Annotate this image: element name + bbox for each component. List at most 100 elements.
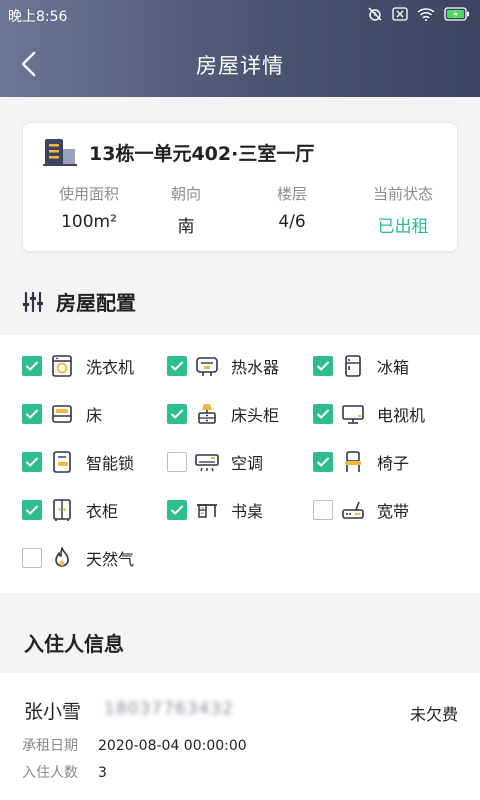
checkbox[interactable]	[22, 452, 42, 472]
stat-value: 南	[177, 217, 195, 237]
status-icons	[367, 6, 470, 26]
house-title-row: 13栋一单元402·三室一厅	[43, 137, 314, 167]
config-item-label: 冰箱	[377, 358, 410, 377]
config-item-air-conditioner[interactable]: 空调	[167, 449, 263, 475]
rent-date-label: 承租日期	[22, 738, 78, 754]
tenant-phone[interactable]: 18037763432	[104, 699, 234, 719]
checkbox[interactable]	[22, 500, 42, 520]
config-item-label: 电视机	[377, 406, 426, 425]
no-sim-icon	[392, 7, 408, 25]
stat-label: 使用面积	[58, 185, 119, 203]
house-summary-card: 13栋一单元402·三室一厅 使用面积 100m² 朝向 南 楼层 4/6 当前…	[22, 122, 458, 252]
rent-date-value: 2020-08-04 00:00:00	[98, 738, 247, 754]
config-item-label: 床	[86, 406, 103, 425]
stat-label: 当前状态	[372, 185, 433, 203]
tenant-name: 张小雪	[24, 701, 82, 723]
battery-charging-icon	[444, 7, 470, 25]
tenant-card: 张小雪 18037763432 未欠费 承租日期 2020-08-04 00:00…	[0, 673, 480, 800]
building-icon	[43, 139, 77, 166]
air-conditioner-icon	[195, 454, 219, 472]
checkbox[interactable]	[313, 356, 333, 376]
chair-icon	[345, 451, 361, 472]
checkbox[interactable]	[167, 404, 187, 424]
check-icon	[26, 409, 38, 419]
wardrobe-icon	[53, 499, 71, 521]
desk-icon	[197, 504, 217, 518]
check-icon	[317, 457, 329, 467]
config-item-tv[interactable]: 电视机	[313, 401, 425, 427]
checkbox[interactable]	[167, 500, 187, 520]
config-item-broadband[interactable]: 宽带	[313, 497, 409, 523]
config-item-label: 宽带	[377, 502, 410, 521]
config-item-chair[interactable]: 椅子	[313, 449, 409, 475]
wifi-icon	[417, 7, 435, 25]
status-time: 晚上8:56	[8, 9, 68, 25]
occupant-count-label: 入住人数	[22, 765, 78, 781]
check-icon	[171, 361, 183, 371]
config-item-label: 热水器	[231, 358, 280, 377]
config-item-bed[interactable]: 床	[22, 401, 102, 427]
tenant-section-header: 入住人信息	[0, 608, 480, 673]
checkbox[interactable]	[22, 356, 42, 376]
router-icon	[342, 501, 364, 519]
fridge-icon	[345, 355, 361, 377]
config-item-smart-lock[interactable]: 智能锁	[22, 449, 134, 475]
config-item-label: 书桌	[231, 502, 264, 521]
config-item-label: 智能锁	[86, 454, 135, 473]
check-icon	[171, 409, 183, 419]
alarm-off-icon	[367, 6, 383, 26]
config-item-washing-machine[interactable]: 洗衣机	[22, 353, 134, 379]
occupant-count-value: 3	[98, 765, 107, 781]
status-badge: 已出租	[377, 217, 429, 237]
checkbox[interactable]	[167, 356, 187, 376]
page-title: 房屋详情	[196, 53, 284, 78]
check-icon	[317, 361, 329, 371]
checkbox[interactable]	[313, 500, 333, 520]
checkbox[interactable]	[313, 404, 333, 424]
check-icon	[317, 409, 329, 419]
checkbox[interactable]	[22, 404, 42, 424]
stat-orientation: 朝向 南	[155, 183, 217, 237]
water-heater-icon	[196, 357, 218, 376]
back-button[interactable]	[18, 50, 42, 78]
stat-area: 使用面积 100m²	[23, 183, 155, 237]
stat-floor: 楼层 4/6	[217, 183, 367, 237]
rent-date-row: 承租日期 2020-08-04 00:00:00	[22, 735, 247, 755]
config-section-header: 房屋配置	[22, 287, 136, 316]
tenant-section-title: 入住人信息	[24, 632, 124, 656]
config-panel: 洗衣机 热水器 冰箱 床 床头柜 电视机 智能锁 空调 椅子 衣柜 书桌 宽带 …	[0, 335, 480, 593]
stat-label: 楼层	[276, 185, 307, 203]
check-icon	[26, 457, 38, 467]
chevron-left-icon	[21, 51, 36, 77]
stat-status: 当前状态 已出租	[367, 183, 439, 237]
config-item-label: 椅子	[377, 454, 410, 473]
nav-bar: 房屋详情	[0, 32, 480, 97]
config-item-desk[interactable]: 书桌	[167, 497, 263, 523]
house-stats: 使用面积 100m² 朝向 南 楼层 4/6 当前状态 已出租	[23, 183, 459, 237]
config-item-gas[interactable]: 天然气	[22, 545, 134, 571]
config-item-label: 洗衣机	[86, 358, 135, 377]
checkbox[interactable]	[167, 452, 187, 472]
stat-value: 100m²	[61, 212, 117, 232]
status-bar: 晚上8:56	[0, 0, 480, 32]
config-item-water-heater[interactable]: 热水器	[167, 353, 279, 379]
config-item-label: 床头柜	[231, 406, 280, 425]
config-item-fridge[interactable]: 冰箱	[313, 353, 409, 379]
check-icon	[171, 505, 183, 515]
config-item-nightstand[interactable]: 床头柜	[167, 401, 279, 427]
gas-flame-icon	[55, 547, 69, 567]
check-icon	[26, 361, 38, 371]
check-icon	[26, 505, 38, 515]
nightstand-icon	[198, 404, 216, 424]
checkbox[interactable]	[313, 452, 333, 472]
occupant-count-row: 入住人数 3	[22, 762, 107, 782]
bed-icon	[52, 405, 72, 423]
fee-status: 未欠费	[409, 705, 458, 724]
washing-machine-icon	[52, 355, 72, 377]
smart-lock-icon	[53, 451, 71, 473]
stat-value: 4/6	[278, 212, 306, 232]
checkbox[interactable]	[22, 548, 42, 568]
config-item-wardrobe[interactable]: 衣柜	[22, 497, 118, 523]
config-item-label: 天然气	[86, 550, 135, 569]
config-title: 房屋配置	[56, 291, 136, 315]
